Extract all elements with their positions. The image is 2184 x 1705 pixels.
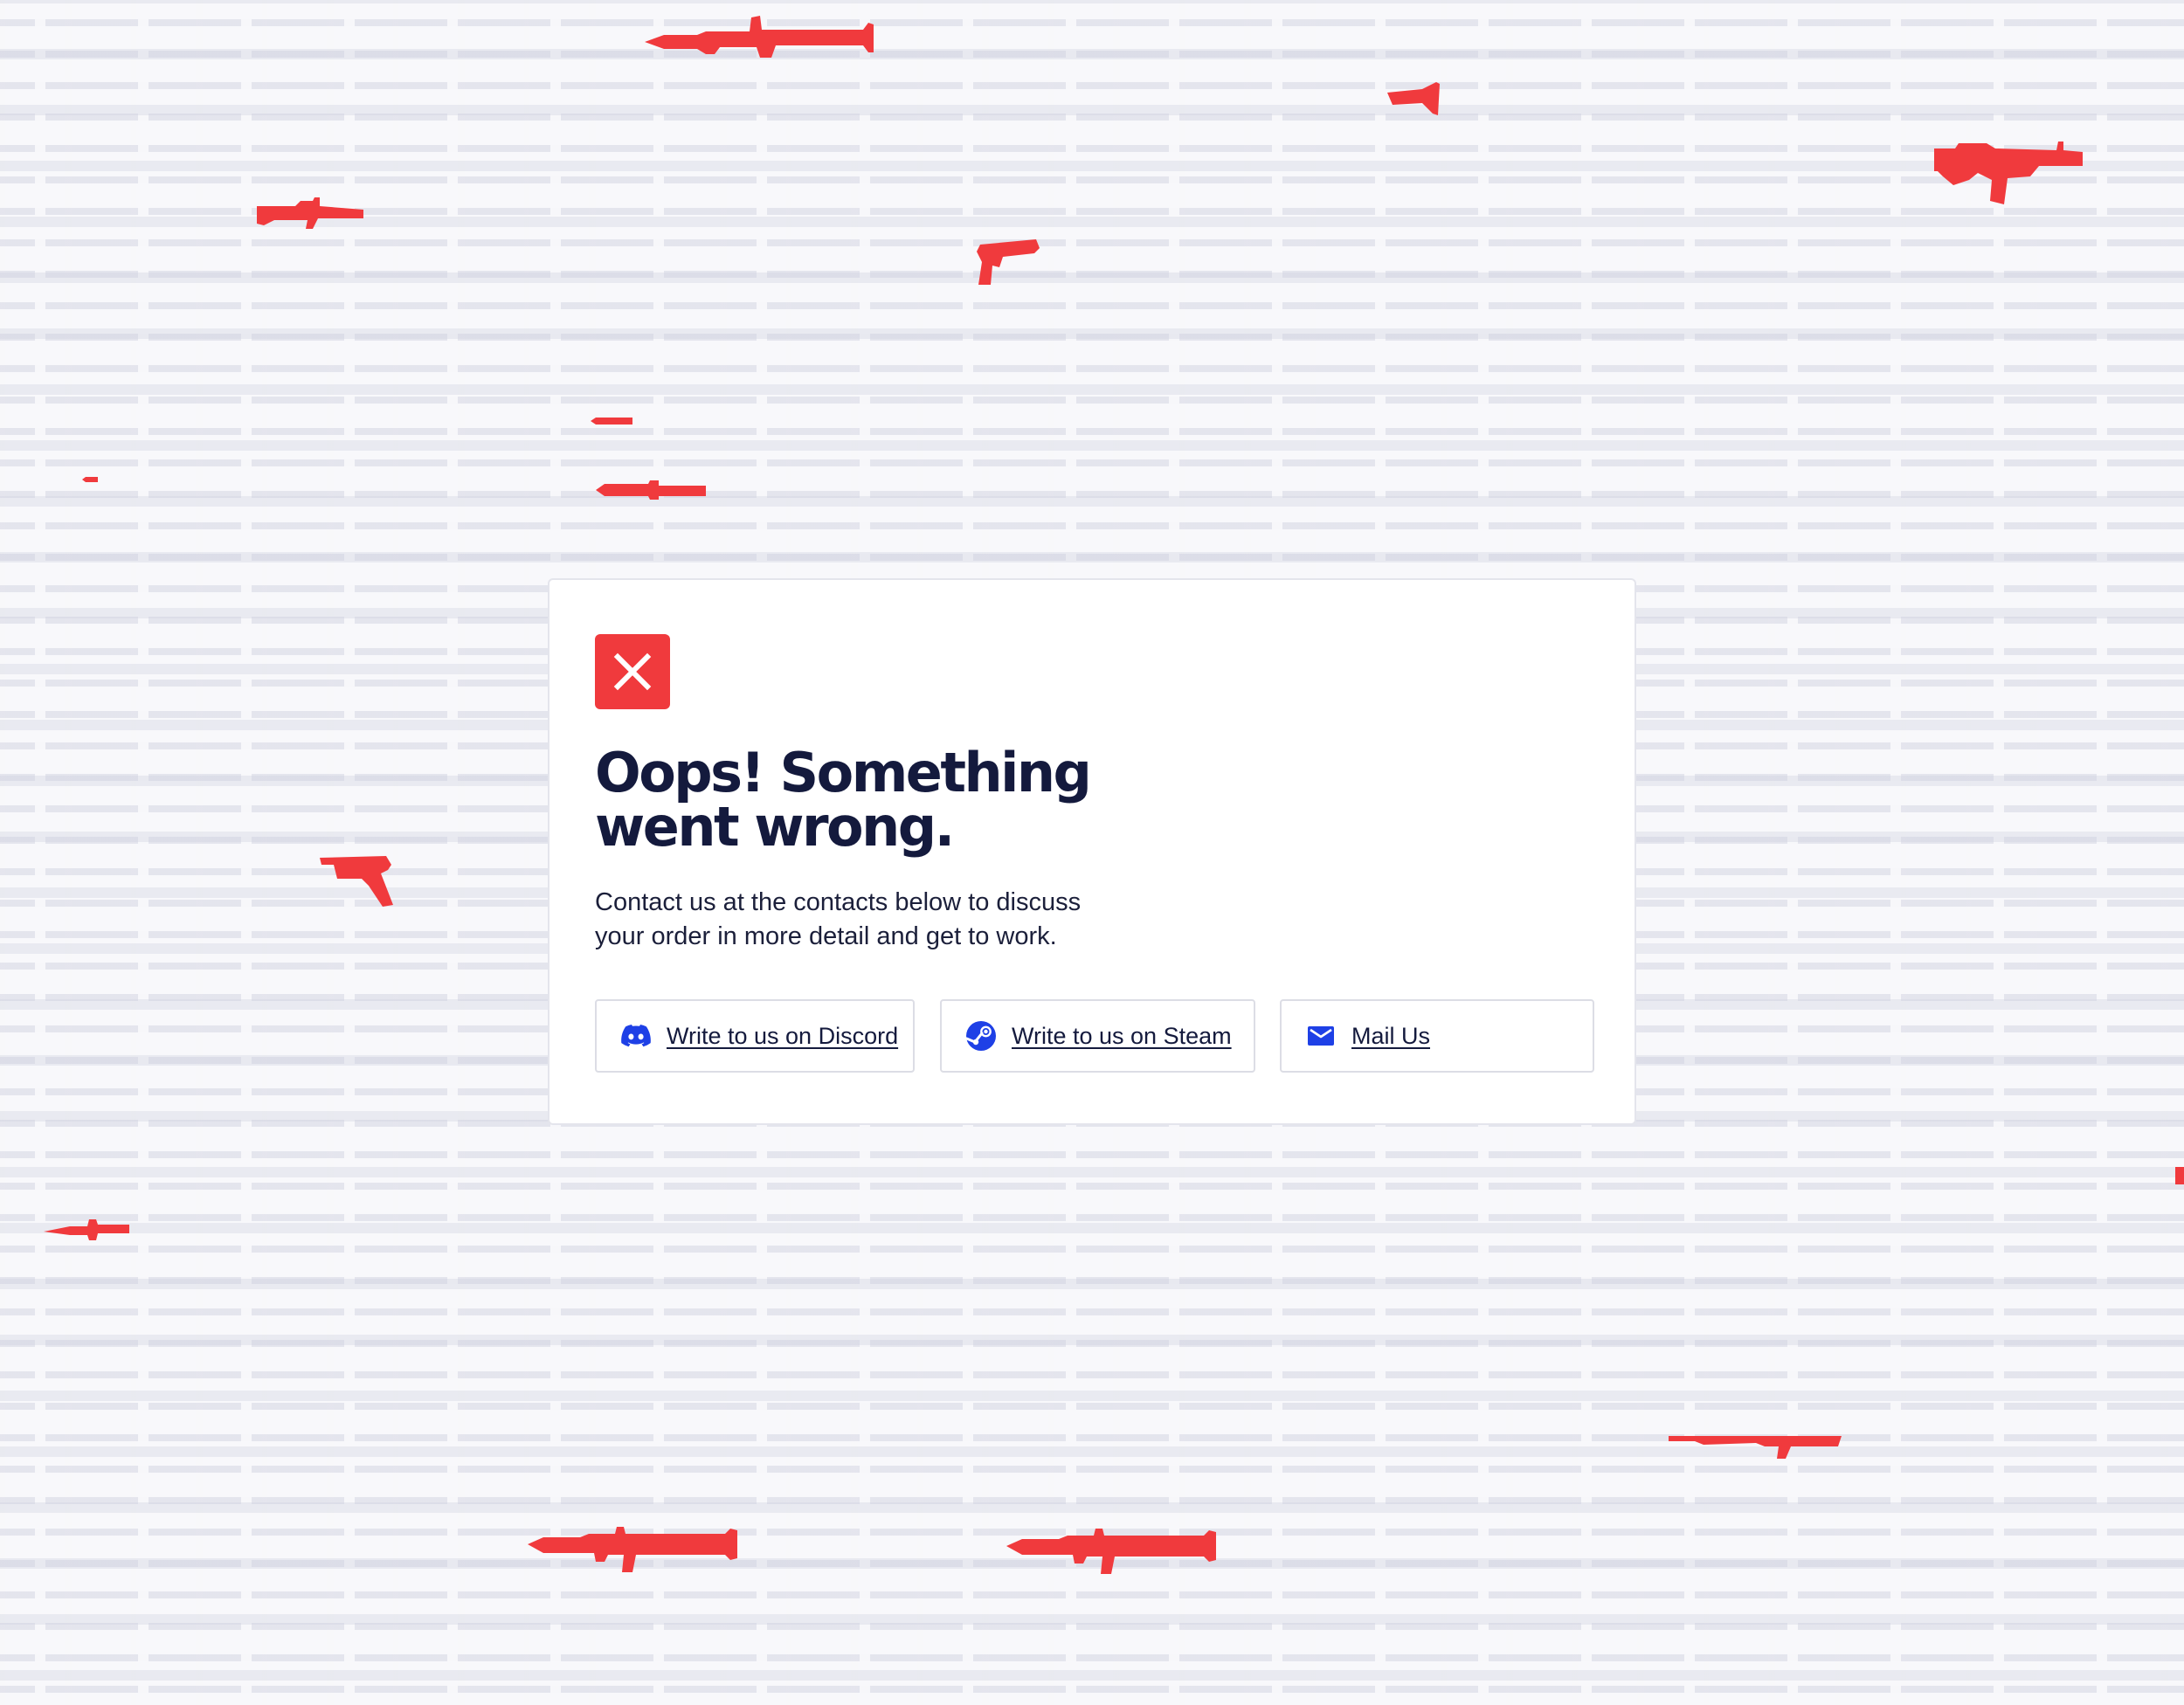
rocket-launcher-icon [1006,1529,1216,1574]
shotgun-icon [1669,1436,1842,1459]
mail-icon [1306,1021,1336,1051]
bullet-icon [82,477,98,482]
mail-contact-button[interactable]: Mail Us [1280,999,1594,1073]
error-badge [595,634,670,709]
stock-icon [1387,82,1440,115]
error-dialog: Oops! Something went wrong. Contact us a… [548,578,1636,1125]
steam-contact-button[interactable]: Write to us on Steam [940,999,1255,1073]
discord-contact-label: Write to us on Discord [667,1022,899,1049]
combat-knife-icon [44,1219,129,1240]
knife-icon [591,418,632,425]
rocket-launcher-icon [645,16,874,58]
close-icon [613,652,652,691]
mail-contact-label: Mail Us [1351,1022,1431,1049]
discord-icon [621,1021,651,1051]
weapon-fragment-icon [2175,1167,2184,1184]
sniper-rifle-icon [257,197,363,229]
dialog-title: Oops! Something went wrong. [595,741,1092,859]
steam-contact-label: Write to us on Steam [1012,1022,1232,1049]
combat-knife-icon [596,480,706,500]
rocket-launcher-icon [528,1527,737,1572]
pistol-icon [320,856,393,907]
steam-icon [966,1021,996,1051]
pistol-icon [977,239,1040,285]
dialog-message: Contact us at the contacts below to disc… [595,888,1082,950]
page-background: Oops! Something went wrong. Contact us a… [0,0,2184,1705]
discord-contact-button[interactable]: Write to us on Discord [595,999,915,1073]
assault-rifle-icon [1934,142,2083,204]
